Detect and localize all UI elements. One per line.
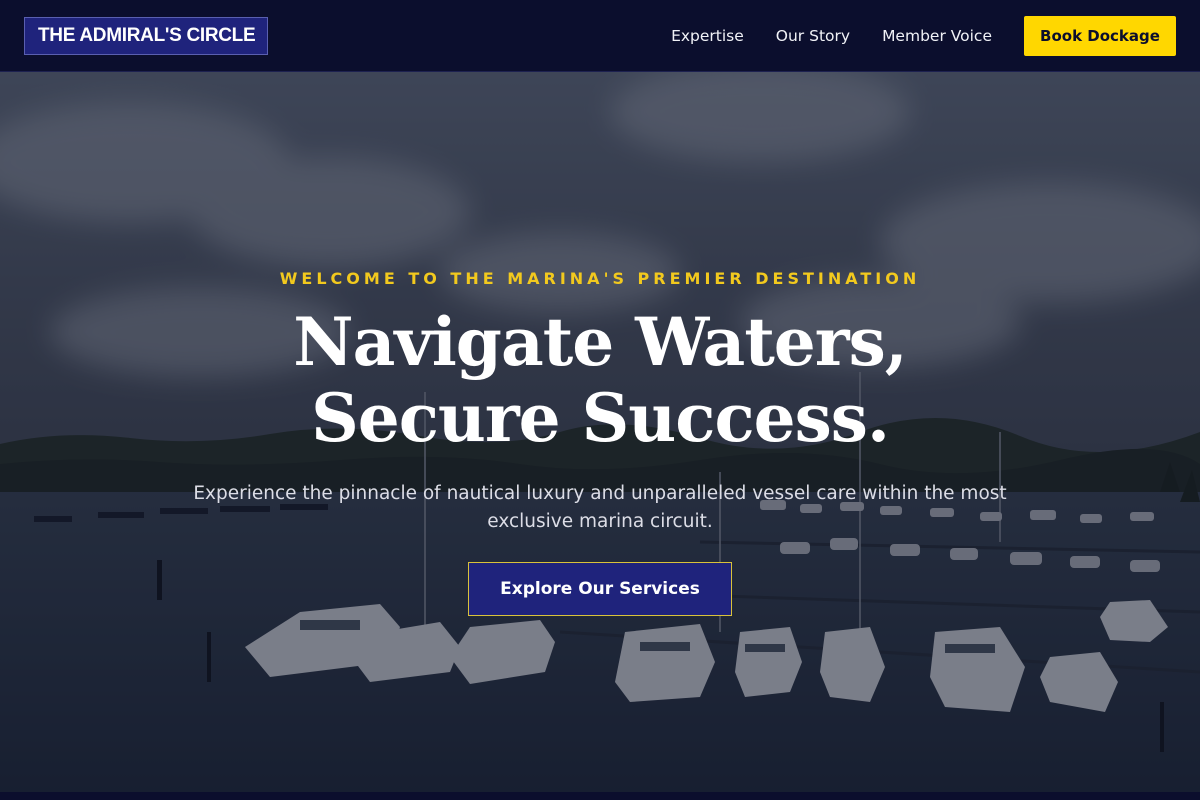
site-logo[interactable]: THE ADMIRAL'S CIRCLE: [24, 16, 269, 55]
nav-link-member-voice[interactable]: Member Voice: [882, 27, 992, 45]
hero-title: Navigate Waters, Secure Success.: [293, 303, 907, 457]
book-dockage-button[interactable]: Book Dockage: [1024, 15, 1176, 56]
hero-section: WELCOME TO THE MARINA'S PREMIER DESTINAT…: [0, 72, 1200, 792]
site-header: THE ADMIRAL'S CIRCLE Expertise Our Story…: [0, 0, 1200, 72]
next-section-edge: [0, 792, 1200, 800]
hero-eyebrow: WELCOME TO THE MARINA'S PREMIER DESTINAT…: [279, 269, 921, 288]
hero-content: WELCOME TO THE MARINA'S PREMIER DESTINAT…: [0, 268, 1200, 616]
main-nav: Expertise Our Story Member Voice Book Do…: [671, 15, 1176, 56]
explore-services-button[interactable]: Explore Our Services: [468, 562, 732, 616]
nav-link-expertise[interactable]: Expertise: [671, 27, 744, 45]
hero-subtitle: Experience the pinnacle of nautical luxu…: [193, 483, 1007, 532]
nav-link-our-story[interactable]: Our Story: [776, 27, 850, 45]
